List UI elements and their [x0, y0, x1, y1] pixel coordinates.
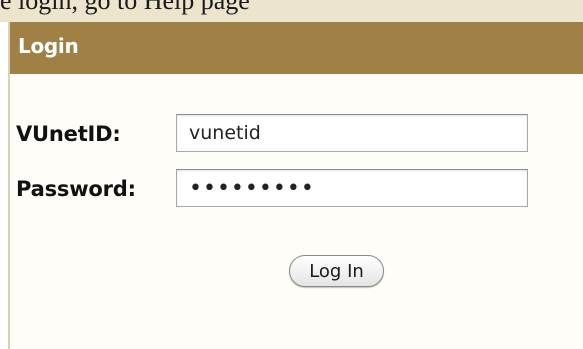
password-input[interactable]	[176, 169, 528, 207]
top-strip-text: e login, go to Help page	[0, 0, 250, 15]
login-button[interactable]: Log In	[289, 255, 384, 287]
top-strip: e login, go to Help page	[0, 0, 583, 22]
login-panel-title: Login	[18, 34, 79, 58]
vunetid-input[interactable]	[176, 114, 528, 152]
password-label: Password:	[16, 177, 136, 201]
login-panel-header: Login	[10, 22, 583, 74]
vunetid-label: VUnetID:	[16, 122, 121, 146]
